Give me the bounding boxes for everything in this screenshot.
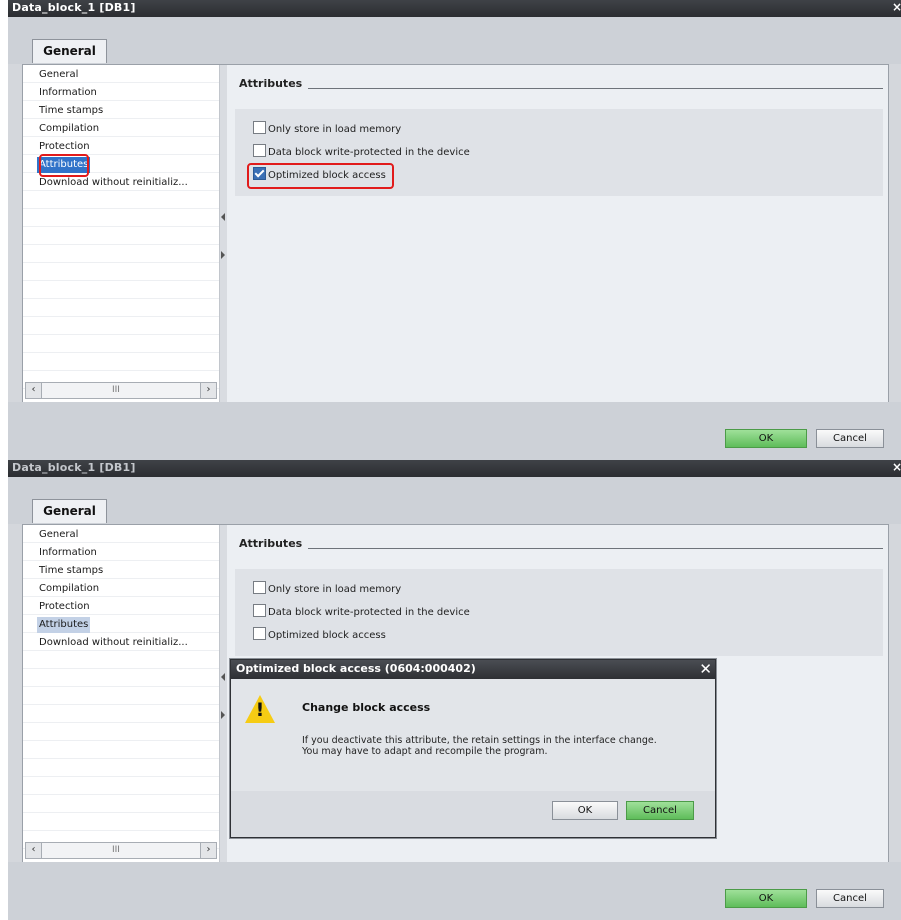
tab-strip: General [8,17,901,64]
checkbox-write-protected[interactable]: Data block write-protected in the device [253,144,470,160]
horizontal-scrollbar[interactable]: ‹ III › [25,842,217,859]
panel-splitter[interactable] [220,525,227,863]
cancel-button[interactable]: Cancel [816,889,884,908]
properties-content: General Information Time stamps Compilat… [22,64,889,404]
highlight-attributes-nav [39,154,89,177]
collapse-left-icon[interactable] [221,673,225,681]
nav-item-download-without-reinitialization[interactable]: Download without reinitializ... [39,175,188,191]
confirmation-dialog: Optimized block access (0604:000402) ✕ !… [230,659,716,838]
checkbox-icon[interactable] [253,627,266,640]
dialog-heading: Change block access [302,701,431,714]
collapse-left-icon[interactable] [221,213,225,221]
properties-window-bottom: Data_block_1 [DB1] × General General Inf… [8,460,901,920]
section-divider [308,88,883,89]
checkbox-icon[interactable] [253,144,266,157]
section-heading-attributes: Attributes [239,77,303,90]
scroll-grip[interactable]: III [112,843,120,857]
window-title: Data_block_1 [DB1] [12,1,136,14]
ok-button[interactable]: OK [725,889,807,908]
nav-item-information[interactable]: Information [39,85,97,101]
checkbox-label: Only store in load memory [268,124,402,135]
ok-button[interactable]: OK [725,429,807,448]
tab-strip: General [8,477,901,524]
checkbox-icon[interactable] [253,121,266,134]
nav-item-protection[interactable]: Protection [39,139,90,155]
window-titlebar: Data_block_1 [DB1] × [8,0,901,17]
scroll-left-icon[interactable]: ‹ [26,843,42,858]
warning-mark: ! [255,699,265,721]
attributes-group: Only store in load memory Data block wri… [235,569,883,656]
scroll-right-icon[interactable]: › [200,383,216,398]
dialog-message-line-1: If you deactivate this attribute, the re… [302,735,657,746]
dialog-cancel-button[interactable]: Cancel [626,801,694,820]
section-divider [308,548,883,549]
checkbox-label: Data block write-protected in the device [268,607,470,618]
tab-general[interactable]: General [32,499,107,523]
nav-item-information[interactable]: Information [39,545,97,561]
dialog-titlebar: Optimized block access (0604:000402) ✕ [231,660,715,679]
checkbox-label: Only store in load memory [268,584,402,595]
panel-splitter[interactable] [220,65,227,403]
window-title: Data_block_1 [DB1] [12,461,136,474]
checkbox-write-protected[interactable]: Data block write-protected in the device [253,604,470,620]
nav-item-compilation[interactable]: Compilation [39,581,99,597]
dialog-footer: OK Cancel [8,402,901,460]
dialog-ok-button[interactable]: OK [552,801,618,820]
close-icon[interactable]: × [892,0,901,14]
expand-right-icon[interactable] [221,711,225,719]
window-titlebar: Data_block_1 [DB1] × [8,460,901,477]
close-icon[interactable]: ✕ [699,660,712,679]
dialog-title: Optimized block access (0604:000402) [236,662,476,675]
nav-item-general[interactable]: General [39,527,78,543]
horizontal-scrollbar[interactable]: ‹ III › [25,382,217,399]
nav-item-protection[interactable]: Protection [39,599,90,615]
nav-item-general[interactable]: General [39,67,78,83]
attributes-group: Only store in load memory Data block wri… [235,109,883,196]
checkbox-optimized-block-access[interactable]: Optimized block access [253,627,386,643]
nav-item-time-stamps[interactable]: Time stamps [39,563,103,579]
dialog-footer: OK Cancel [8,862,901,920]
tab-general[interactable]: General [32,39,107,63]
dialog-message: If you deactivate this attribute, the re… [302,735,657,757]
scroll-left-icon[interactable]: ‹ [26,383,42,398]
highlight-optimized-block-access [247,163,394,189]
nav-item-time-stamps[interactable]: Time stamps [39,103,103,119]
checkbox-only-store-in-load-memory[interactable]: Only store in load memory [253,581,401,597]
scroll-right-icon[interactable]: › [200,843,216,858]
checkbox-label: Data block write-protected in the device [268,147,470,158]
nav-item-attributes[interactable]: Attributes [37,617,91,633]
nav-item-compilation[interactable]: Compilation [39,121,99,137]
checkbox-only-store-in-load-memory[interactable]: Only store in load memory [253,121,401,137]
dialog-message-line-2: You may have to adapt and recompile the … [302,746,548,757]
cancel-button[interactable]: Cancel [816,429,884,448]
close-icon[interactable]: × [892,460,901,474]
dialog-body: ! Change block access If you deactivate … [231,679,715,791]
checkbox-label: Optimized block access [268,630,386,641]
nav-item-download-without-reinitialization[interactable]: Download without reinitializ... [39,635,188,651]
section-heading-attributes: Attributes [239,537,303,550]
properties-window-top: Data_block_1 [DB1] × General General Inf… [8,0,901,460]
checkbox-icon[interactable] [253,581,266,594]
navigation-list: General Information Time stamps Compilat… [23,525,220,863]
navigation-list: General Information Time stamps Compilat… [23,65,220,403]
scroll-grip[interactable]: III [112,383,120,397]
expand-right-icon[interactable] [221,251,225,259]
checkbox-icon[interactable] [253,604,266,617]
